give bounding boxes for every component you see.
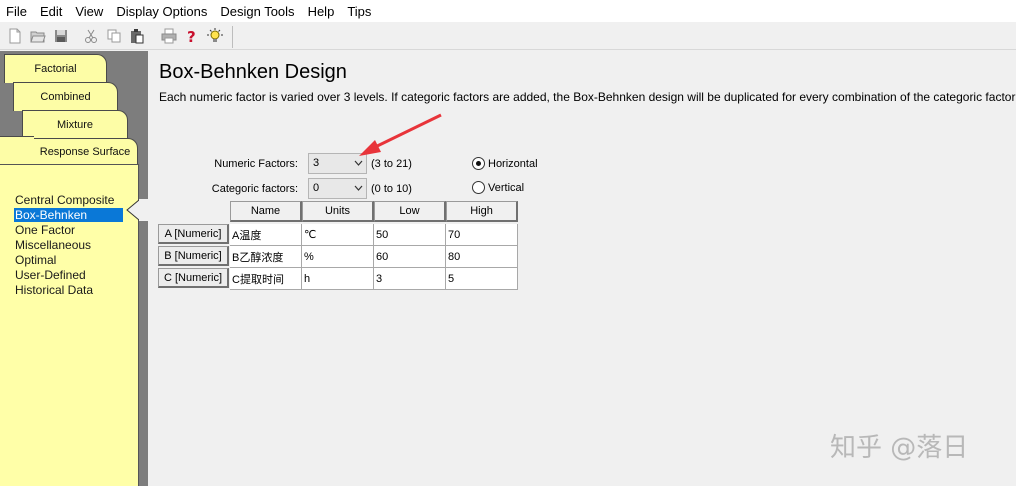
radio-vertical-indicator [472, 181, 485, 194]
radio-vertical[interactable]: Vertical [472, 181, 524, 194]
list-item-historical-data[interactable]: Historical Data [14, 283, 94, 297]
categoric-factors-value: 0 [313, 182, 320, 194]
selection-pointer-icon [126, 199, 148, 221]
list-item-box-behnken[interactable]: Box-Behnken [14, 208, 123, 222]
tips-bulb-icon[interactable] [206, 27, 224, 45]
tab-mixture[interactable]: Mixture [22, 110, 128, 139]
save-icon[interactable] [52, 27, 70, 45]
tab-factorial[interactable]: Factorial [4, 54, 107, 83]
cell-low-c[interactable]: 3 [374, 268, 446, 290]
design-list: Central Composite Box-Behnken One Factor… [0, 164, 139, 486]
copy-icon[interactable] [105, 27, 123, 45]
cell-name-b[interactable]: B乙醇浓度 [230, 246, 302, 268]
cell-high-b[interactable]: 80 [446, 246, 518, 268]
tab-response-surface[interactable]: Response Surface [32, 138, 138, 165]
toolbar-separator [232, 26, 233, 48]
radio-horizontal-indicator [472, 157, 485, 170]
menu-design-tools[interactable]: Design Tools [220, 2, 294, 21]
cell-units-c[interactable]: h [302, 268, 374, 290]
cell-name-c[interactable]: C提取时间 [230, 268, 302, 290]
toolbar: ? [0, 22, 1016, 50]
print-icon[interactable] [160, 27, 178, 45]
column-header-units[interactable]: Units [302, 201, 374, 222]
row-header-c[interactable]: C [Numeric] [158, 268, 229, 288]
help-icon[interactable]: ? [183, 27, 201, 45]
radio-vertical-label: Vertical [488, 181, 525, 194]
list-item-one-factor[interactable]: One Factor [14, 223, 76, 237]
cell-low-b[interactable]: 60 [374, 246, 446, 268]
radio-horizontal-label: Horizontal [488, 157, 538, 170]
menu-edit[interactable]: Edit [40, 2, 62, 21]
menu-view[interactable]: View [75, 2, 103, 21]
menu-help[interactable]: Help [308, 2, 335, 21]
tab-combined[interactable]: Combined [13, 82, 118, 111]
list-item-miscellaneous[interactable]: Miscellaneous [14, 238, 92, 252]
menu-file[interactable]: File [6, 2, 27, 21]
radio-horizontal[interactable]: Horizontal [472, 157, 538, 170]
numeric-factors-label: Numeric Factors: [214, 158, 298, 170]
column-header-high[interactable]: High [446, 201, 518, 222]
chevron-down-icon [354, 160, 363, 166]
cell-units-a[interactable]: ℃ [302, 224, 374, 246]
paste-icon[interactable] [128, 27, 146, 45]
main-content: Box-Behnken Design Each numeric factor i… [148, 51, 1016, 486]
design-type-panel: Factorial Combined Mixture Response Surf… [0, 51, 148, 486]
table-corner [158, 201, 230, 223]
categoric-factors-range: (0 to 10) [371, 183, 412, 195]
column-header-low[interactable]: Low [374, 201, 446, 222]
menu-display-options[interactable]: Display Options [116, 2, 207, 21]
cell-high-a[interactable]: 70 [446, 224, 518, 246]
row-header-b[interactable]: B [Numeric] [158, 246, 229, 266]
svg-text:?: ? [187, 28, 196, 44]
categoric-factors-select[interactable]: 0 [308, 178, 367, 199]
new-file-icon[interactable] [6, 27, 24, 45]
menu-tips[interactable]: Tips [347, 2, 371, 21]
open-folder-icon[interactable] [29, 27, 47, 45]
cell-name-a[interactable]: A温度 [230, 224, 302, 246]
chevron-down-icon [354, 185, 363, 191]
list-item-user-defined[interactable]: User-Defined [14, 268, 87, 282]
watermark: 知乎 @落日 [830, 433, 969, 463]
page-title: Box-Behnken Design [159, 61, 347, 83]
list-item-optimal[interactable]: Optimal [14, 253, 57, 267]
page-description: Each numeric factor is varied over 3 lev… [159, 90, 1016, 104]
categoric-factors-label: Categoric factors: [211, 183, 298, 195]
cell-units-b[interactable]: % [302, 246, 374, 268]
list-item-central-composite[interactable]: Central Composite [14, 193, 115, 207]
menu-bar: File Edit View Display Options Design To… [0, 0, 1016, 22]
cell-high-c[interactable]: 5 [446, 268, 518, 290]
numeric-factors-value: 3 [313, 157, 320, 169]
cut-icon[interactable] [82, 27, 100, 45]
annotation-arrow-icon [359, 113, 442, 156]
cell-low-a[interactable]: 50 [374, 224, 446, 246]
column-header-name[interactable]: Name [230, 201, 302, 222]
tab-stack-fill [0, 136, 34, 165]
row-header-a[interactable]: A [Numeric] [158, 224, 229, 244]
